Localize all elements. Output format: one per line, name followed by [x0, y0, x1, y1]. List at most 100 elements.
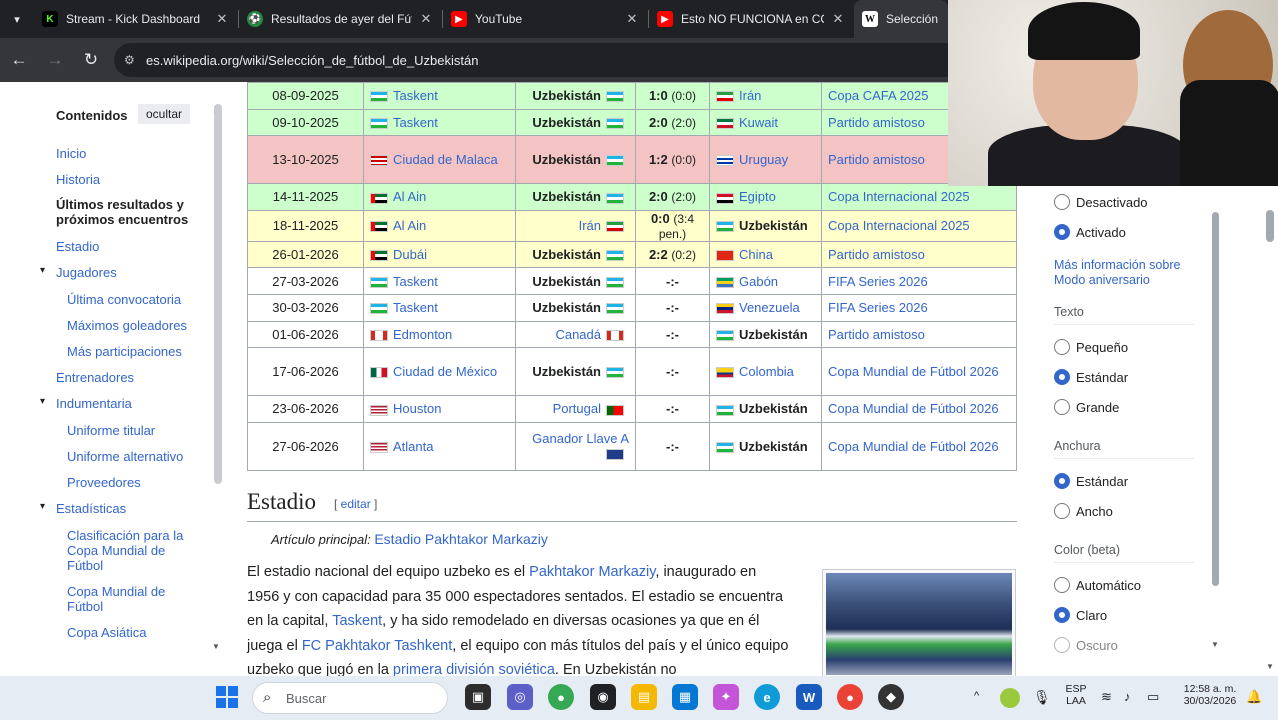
close-icon[interactable]: ✕ [418, 11, 434, 27]
away-team-name[interactable]: Egipto [739, 189, 776, 204]
color-auto-radio[interactable] [1054, 577, 1070, 593]
toc-scrollbar[interactable] [214, 104, 222, 484]
tray-app-icon[interactable] [1000, 688, 1020, 708]
battery-icon[interactable]: ▭ [1147, 689, 1159, 705]
away-team[interactable]: Colombia [709, 347, 822, 397]
taskbar-search[interactable]: ⌕ Buscar [252, 682, 448, 714]
site-info-icon[interactable]: ⚙ [124, 53, 146, 67]
away-team-name[interactable]: Venezuela [739, 300, 800, 315]
toc-item-indumentaria[interactable]: Indumentaria [56, 396, 132, 411]
toc-item-clasificacion[interactable]: Clasificación para la Copa Mundial de Fú… [67, 528, 197, 573]
city-link[interactable]: Taskent [393, 88, 438, 103]
home-team[interactable]: Uzbekistán [515, 240, 636, 269]
toc-item-resultados[interactable]: Últimos resultados y próximos encuentros [56, 197, 196, 227]
clock[interactable]: 12:58 a. m. 30/03/2026 [1176, 683, 1244, 707]
match-city[interactable]: Ciudad de Malaca [363, 135, 516, 185]
toc-item-estadio[interactable]: Estadio [56, 239, 99, 254]
back-button[interactable]: ← [2, 43, 36, 77]
away-team-name[interactable]: Uzbekistán [739, 439, 808, 454]
away-team-name[interactable]: Uzbekistán [739, 401, 808, 416]
chevron-down-icon[interactable]: ▾ [40, 501, 45, 512]
competition-link[interactable]: FIFA Series 2026 [821, 267, 1017, 295]
away-team-name[interactable]: Uruguay [739, 152, 788, 167]
home-team-name[interactable]: Uzbekistán [532, 88, 601, 103]
close-icon[interactable]: ✕ [830, 11, 846, 27]
home-team-name[interactable]: Ganador Llave A [532, 431, 629, 446]
home-team[interactable]: Ganador Llave A [515, 421, 636, 471]
language-indicator[interactable]: ESP LAA [1061, 683, 1091, 707]
competition-link[interactable]: Copa Internacional 2025 [821, 209, 1017, 242]
home-team[interactable]: Uzbekistán [515, 347, 636, 397]
toc-item-uniforme-alternativo[interactable]: Uniforme alternativo [67, 449, 183, 464]
teams-icon[interactable]: ◎ [507, 684, 533, 710]
store-icon[interactable]: ▦ [672, 684, 698, 710]
main-article-link[interactable]: Estadio Pakhtakor Markaziy [374, 531, 548, 547]
competition-link[interactable]: Copa Mundial de Fútbol 2026 [821, 395, 1017, 423]
home-team-name[interactable]: Uzbekistán [532, 247, 601, 262]
color-light-radio[interactable] [1054, 607, 1070, 623]
edit-label[interactable]: editar [341, 497, 371, 511]
match-city[interactable]: Al Ain [363, 183, 516, 211]
toc-item-inicio[interactable]: Inicio [56, 146, 86, 161]
home-team-name[interactable]: Irán [579, 218, 601, 233]
away-team-name[interactable]: Kuwait [739, 115, 778, 130]
paragraph-link[interactable]: Taskent [332, 613, 382, 629]
toc-item-maximos-goleadores[interactable]: Máximos goleadores [67, 318, 187, 333]
toc-item-mas-participaciones[interactable]: Más participaciones [67, 344, 182, 359]
width-standard-radio[interactable] [1054, 473, 1070, 489]
home-team-name[interactable]: Uzbekistán [532, 152, 601, 167]
away-team[interactable]: Uzbekistán [709, 320, 822, 349]
away-team-name[interactable]: Colombia [739, 364, 794, 379]
away-team[interactable]: Egipto [709, 183, 822, 211]
toc-item-historia[interactable]: Historia [56, 172, 100, 187]
volume-icon[interactable]: ♪ [1124, 689, 1131, 704]
toc-item-ultima-convocatoria[interactable]: Última convocatoria [67, 292, 181, 307]
text-large-radio[interactable] [1054, 399, 1070, 415]
away-team[interactable]: China [709, 240, 822, 269]
away-team-name[interactable]: Irán [739, 88, 761, 103]
home-team[interactable]: Irán [515, 209, 636, 242]
city-link[interactable]: Ciudad de Malaca [393, 152, 498, 167]
notification-bell-icon[interactable]: 🔔 [1246, 689, 1262, 705]
color-dark-radio[interactable] [1054, 637, 1070, 653]
home-team-name[interactable]: Portugal [553, 401, 601, 416]
chevron-up-icon[interactable]: ^ [974, 690, 979, 702]
toc-item-copa-mundial[interactable]: Copa Mundial de Fútbol [67, 584, 187, 614]
width-wide-label[interactable]: Ancho [1076, 504, 1113, 519]
city-link[interactable]: Taskent [393, 274, 438, 289]
app-icon[interactable]: ◆ [878, 684, 904, 710]
toc-item-copa-asiatica[interactable]: Copa Asiática [67, 625, 147, 640]
toc-hide-button[interactable]: ocultar [138, 104, 191, 124]
away-team-name[interactable]: China [739, 247, 773, 262]
away-team[interactable]: Uzbekistán [709, 421, 822, 471]
chrome-profile-icon[interactable]: ● [837, 684, 863, 710]
home-team-name[interactable]: Canadá [555, 327, 601, 342]
toc-item-proveedores[interactable]: Proveedores [67, 475, 141, 490]
windows-start-icon[interactable] [216, 686, 238, 708]
home-team[interactable]: Uzbekistán [515, 267, 636, 295]
stadium-image[interactable] [826, 573, 1012, 675]
match-city[interactable]: Houston [363, 395, 516, 423]
city-link[interactable]: Taskent [393, 300, 438, 315]
address-bar[interactable]: ⚙ es.wikipedia.org/wiki/Selección_de_fút… [114, 43, 948, 77]
width-wide-radio[interactable] [1054, 503, 1070, 519]
tab-youtube-video[interactable]: ▶ Esto NO FUNCIONA en COL ✕ [649, 0, 854, 38]
match-city[interactable]: Taskent [363, 267, 516, 295]
match-city[interactable]: Edmonton [363, 320, 516, 349]
home-team-name[interactable]: Uzbekistán [532, 189, 601, 204]
match-city[interactable]: Taskent [363, 108, 516, 137]
tab-kick[interactable]: K Stream - Kick Dashboard ✕ [34, 0, 238, 38]
match-city[interactable]: Taskent [363, 293, 516, 322]
home-team[interactable]: Uzbekistán [515, 108, 636, 137]
text-small-radio[interactable] [1054, 339, 1070, 355]
tab-search-button[interactable]: ▾ [0, 0, 34, 38]
toc-scroll-down-icon[interactable]: ▼ [212, 642, 220, 651]
chevron-down-icon[interactable]: ▾ [40, 396, 45, 407]
app-icon[interactable]: ◉ [590, 684, 616, 710]
chrome-icon[interactable]: ● [548, 684, 574, 710]
city-link[interactable]: Taskent [393, 115, 438, 130]
competition-link[interactable]: Copa Mundial de Fútbol 2026 [821, 347, 1017, 397]
city-link[interactable]: Edmonton [393, 327, 452, 342]
width-standard-label[interactable]: Estándar [1076, 474, 1128, 489]
color-light-label[interactable]: Claro [1076, 608, 1107, 623]
